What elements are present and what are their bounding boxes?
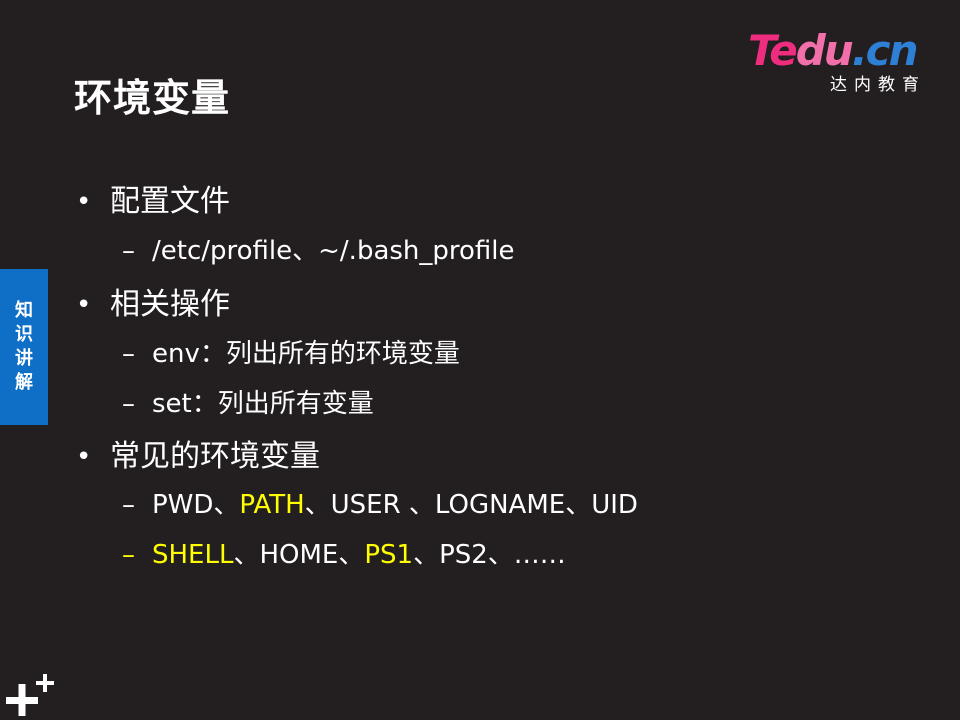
slide-title: 环境变量 xyxy=(74,76,231,120)
logo-wordmark: Tedu.cn xyxy=(748,28,934,74)
sub-bullet: env：列出所有的环境变量 xyxy=(152,337,460,371)
highlighted-text: SHELL xyxy=(152,540,234,570)
bullet-label: 常见的环境变量 xyxy=(110,439,320,474)
tedu-logo: Tedu.cn 达内教育 xyxy=(748,28,934,100)
plus-plus-logo-icon xyxy=(6,674,54,716)
bullet-dot-icon: • xyxy=(76,187,92,217)
sub-bullet-text: PWD、 xyxy=(152,490,240,520)
side-tab-label: 知识讲解 xyxy=(15,300,33,393)
en-dash-icon: – xyxy=(122,389,135,419)
logo-dot: . xyxy=(851,26,868,75)
sub-bullet: /etc/profile、~/.bash_profile xyxy=(152,234,515,268)
sub-bullet: PWD、PATH、USER 、LOGNAME、UID xyxy=(152,488,638,522)
sub-bullet-text: 、PS2、…… xyxy=(413,540,566,570)
sub-bullet-text: set：列出所有变量 xyxy=(152,389,374,419)
highlighted-text: PATH xyxy=(239,490,305,520)
bullet-label: 相关操作 xyxy=(110,287,230,322)
logo-du: du xyxy=(795,26,854,75)
bullet-dot-icon: • xyxy=(76,290,92,320)
en-dash-icon: – xyxy=(122,540,135,570)
slide: 环境变量 Tedu.cn 达内教育 知识讲解 • 配置文件 –/etc/profil… xyxy=(0,0,960,720)
highlighted-text: PS1 xyxy=(364,540,414,570)
en-dash-icon: – xyxy=(122,490,135,520)
logo-subtitle: 达内教育 xyxy=(830,75,926,95)
en-dash-icon: – xyxy=(122,236,135,266)
bullet-dot-icon: • xyxy=(76,442,92,472)
logo-cn: cn xyxy=(865,26,919,75)
bullet-label: 配置文件 xyxy=(110,184,230,219)
sub-bullet-text: 、HOME、 xyxy=(233,540,365,570)
sub-bullet: SHELL、HOME、PS1、PS2、…… xyxy=(152,538,566,572)
sub-bullet: set：列出所有变量 xyxy=(152,387,374,421)
logo-te: Te xyxy=(748,26,798,75)
sub-bullet-text: /etc/profile、~/.bash_profile xyxy=(152,236,515,266)
en-dash-icon: – xyxy=(122,339,135,369)
sub-bullet-text: 、USER 、LOGNAME、UID xyxy=(304,490,638,520)
side-tab: 知识讲解 xyxy=(0,269,48,425)
sub-bullet-text: env：列出所有的环境变量 xyxy=(152,339,460,369)
